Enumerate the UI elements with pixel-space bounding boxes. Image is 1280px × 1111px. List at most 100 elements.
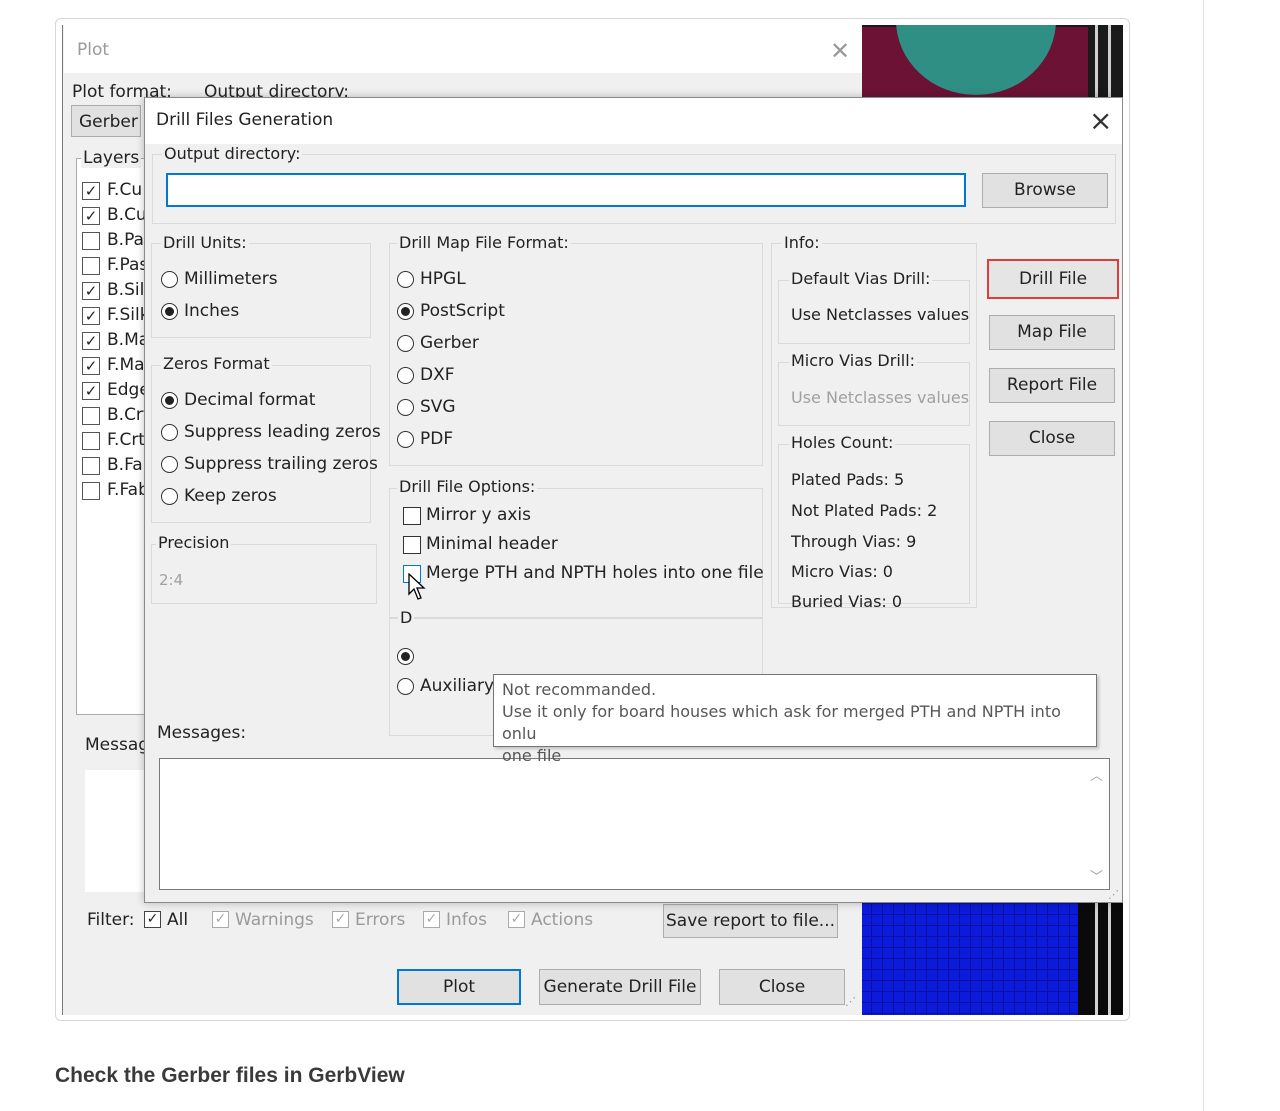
layer-checkbox[interactable]: ✓	[82, 282, 100, 300]
layer-checkbox[interactable]: ✓	[82, 332, 100, 350]
drill-close-button[interactable]: Close	[989, 421, 1115, 456]
layer-checkbox[interactable]	[82, 432, 100, 450]
drill-origin-label: D	[398, 608, 415, 627]
plot-messages-box	[85, 770, 145, 892]
plot-messages-label: Messag	[85, 735, 150, 755]
merge-pth-npth-label: Merge PTH and NPTH holes into one file	[426, 563, 764, 583]
layer-checkbox[interactable]: ✓	[82, 307, 100, 325]
layer-checkbox[interactable]: ✓	[82, 357, 100, 375]
tooltip-line: one file	[502, 746, 562, 765]
resize-grip-icon[interactable]: ⋰	[845, 995, 856, 1008]
postscript-radio[interactable]	[397, 303, 414, 320]
figure-caption: Check the Gerber files in GerbView	[55, 1064, 405, 1087]
hpgl-label: HPGL	[420, 269, 466, 289]
plot-close-icon[interactable]: ✕	[830, 37, 850, 65]
drill-dialog-title: Drill Files Generation	[156, 110, 334, 130]
file-options-label: Drill File Options:	[397, 477, 538, 496]
absolute-origin-radio[interactable]	[397, 648, 414, 665]
svg-label: SVG	[420, 397, 456, 417]
scroll-down-icon[interactable]: ﹀	[1090, 866, 1103, 885]
pdf-radio[interactable]	[397, 431, 414, 448]
filter-label: Filter:	[87, 910, 135, 930]
browse-button[interactable]: Browse	[982, 173, 1108, 208]
scroll-up-icon[interactable]: ︿	[1090, 765, 1103, 784]
precision-value: 2:4	[159, 571, 184, 589]
page-divider	[1203, 0, 1204, 1111]
pcb-grid-line	[1108, 25, 1111, 100]
layer-label: F.Cu	[107, 180, 143, 200]
layers-label: Layers	[81, 148, 142, 168]
filter-infos-checkbox[interactable]: ✓	[423, 911, 440, 928]
pcb-grid-line	[1095, 903, 1098, 1015]
pdf-label: PDF	[420, 429, 454, 449]
micro-vias-value: Use Netclasses values	[791, 388, 970, 407]
layer-label: F.Pas	[107, 255, 149, 275]
layer-checkbox[interactable]	[82, 407, 100, 425]
decimal-format-radio[interactable]	[161, 392, 178, 409]
filter-actions-label: Actions	[531, 910, 594, 930]
dialog-resize-grip-icon[interactable]: ⋰	[1108, 888, 1119, 901]
minimal-header-checkbox[interactable]	[403, 536, 421, 554]
dxf-radio[interactable]	[397, 367, 414, 384]
gerber-radio[interactable]	[397, 335, 414, 352]
drill-units-label: Drill Units:	[161, 233, 249, 252]
gerber-label: Gerber	[420, 333, 479, 353]
keep-zeros-radio[interactable]	[161, 488, 178, 505]
filter-errors-checkbox[interactable]: ✓	[332, 911, 349, 928]
map-file-button[interactable]: Map File	[989, 315, 1115, 350]
plot-titlebar: Plot ✕	[64, 25, 862, 73]
plot-close-button[interactable]: Close	[719, 969, 845, 1005]
auxiliary-axis-radio[interactable]	[397, 678, 414, 695]
buried-vias-count: Buried Vias: 0	[791, 592, 903, 611]
layer-checkbox[interactable]	[82, 257, 100, 275]
layer-checkbox[interactable]	[82, 457, 100, 475]
tooltip-line: Not recommanded.	[502, 680, 657, 699]
generate-drill-file-button[interactable]: Generate Drill File	[539, 969, 701, 1005]
holes-count-label: Holes Count:	[789, 433, 896, 452]
suppress-trailing-radio[interactable]	[161, 456, 178, 473]
plot-format-select[interactable]: Gerber	[71, 105, 141, 137]
default-vias-value: Use Netclasses values	[791, 305, 970, 324]
millimeters-radio[interactable]	[161, 271, 178, 288]
merge-option-tooltip: Not recommanded. Use it only for board h…	[493, 674, 1097, 765]
layer-checkbox[interactable]: ✓	[82, 207, 100, 225]
filter-infos-label: Infos	[446, 910, 488, 930]
layer-checkbox[interactable]: ✓	[82, 382, 100, 400]
inches-radio[interactable]	[161, 303, 178, 320]
layer-label: F.Crt	[107, 430, 145, 450]
micro-vias-label: Micro Vias Drill:	[789, 351, 918, 370]
layer-checkbox[interactable]	[82, 482, 100, 500]
filter-errors-label: Errors	[355, 910, 406, 930]
filter-all-checkbox[interactable]: ✓	[144, 911, 161, 928]
output-directory-input[interactable]	[166, 173, 966, 207]
filter-warnings-label: Warnings	[235, 910, 314, 930]
layer-checkbox[interactable]: ✓	[82, 182, 100, 200]
dxf-label: DXF	[420, 365, 455, 385]
keep-zeros-label: Keep zeros	[184, 486, 277, 506]
svg-radio[interactable]	[397, 399, 414, 416]
layer-label: B.Ma	[107, 330, 150, 350]
drill-messages-box[interactable]: ︿ ﹀	[159, 758, 1110, 890]
plot-button[interactable]: Plot	[397, 969, 521, 1005]
drill-titlebar: Drill Files Generation ×	[145, 98, 1122, 144]
precision-group	[151, 544, 377, 604]
suppress-leading-label: Suppress leading zeros	[184, 422, 381, 442]
save-report-button[interactable]: Save report to file...	[663, 904, 838, 938]
drill-files-dialog: Drill Files Generation × Output director…	[144, 97, 1123, 903]
drill-messages-label: Messages:	[157, 723, 247, 743]
drill-file-button[interactable]: Drill File	[987, 259, 1119, 299]
layer-checkbox[interactable]	[82, 232, 100, 250]
filter-actions-checkbox[interactable]: ✓	[508, 911, 525, 928]
drill-close-icon[interactable]: ×	[1089, 104, 1112, 137]
minimal-header-label: Minimal header	[426, 534, 558, 554]
suppress-leading-radio[interactable]	[161, 424, 178, 441]
pcb-grid-line	[1108, 903, 1111, 1015]
mirror-y-checkbox[interactable]	[403, 507, 421, 525]
filter-warnings-checkbox[interactable]: ✓	[212, 911, 229, 928]
through-vias-count: Through Vias: 9	[791, 532, 917, 551]
plated-pads-count: Plated Pads: 5	[791, 470, 905, 489]
mouse-pointer-icon	[408, 573, 426, 600]
hpgl-radio[interactable]	[397, 271, 414, 288]
report-file-button[interactable]: Report File	[989, 368, 1115, 403]
plot-window-title: Plot	[77, 40, 110, 60]
